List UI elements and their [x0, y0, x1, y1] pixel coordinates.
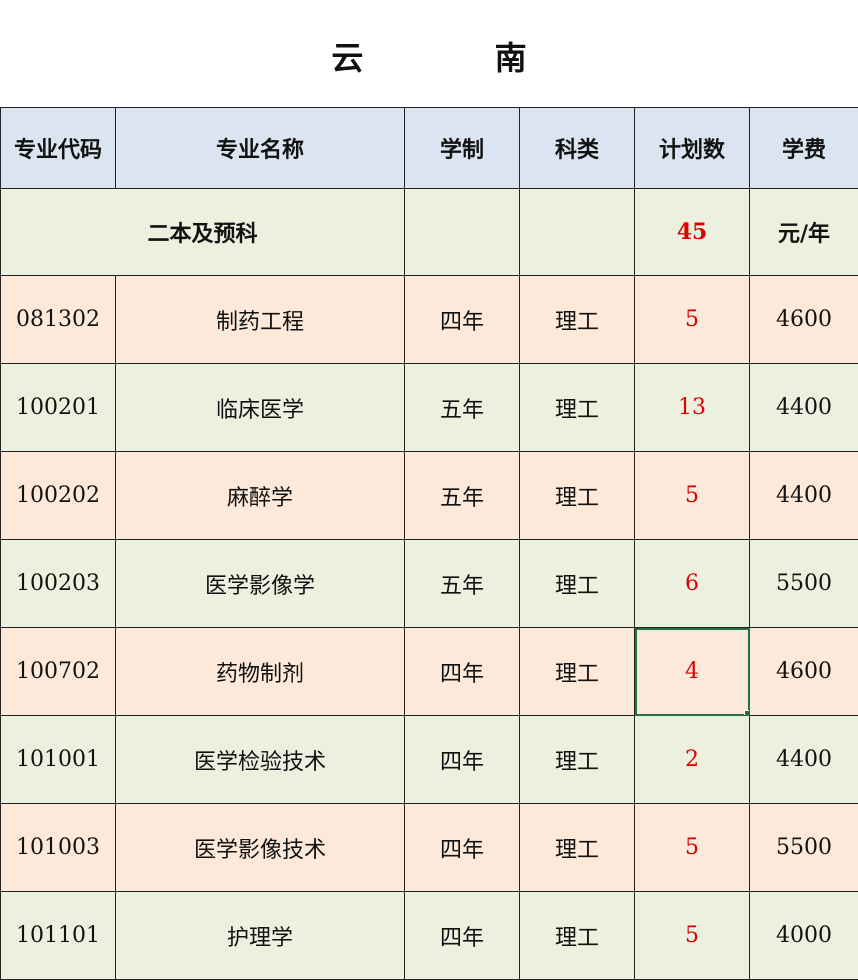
table-row: 100203 医学影像学 五年 理工 6 5500	[0, 539, 858, 628]
major-name-cell[interactable]: 制药工程	[115, 275, 405, 364]
category-cell[interactable]: 理工	[519, 627, 635, 716]
table-row: 101001 医学检验技术 四年 理工 2 4400	[0, 715, 858, 804]
category-cell[interactable]: 理工	[519, 539, 635, 628]
category-cell[interactable]: 理工	[519, 891, 635, 980]
major-name-cell[interactable]: 药物制剂	[115, 627, 405, 716]
fill-handle[interactable]	[744, 710, 749, 715]
enrollment-plan-table: 专业代码 专业名称 学制 科类 计划数 学费 二本及预科 45 元/年 0813…	[0, 107, 858, 980]
category-cell[interactable]: 理工	[519, 275, 635, 364]
table-row: 100201 临床医学 五年 理工 13 4400	[0, 363, 858, 452]
fee-cell[interactable]: 4000	[749, 891, 858, 980]
header-fee[interactable]: 学费	[749, 107, 858, 189]
plan-cell[interactable]: 6	[634, 539, 750, 628]
plan-cell[interactable]: 2	[634, 715, 750, 804]
major-code-cell[interactable]: 101003	[0, 803, 116, 892]
years-cell[interactable]: 五年	[404, 539, 520, 628]
major-name-cell[interactable]: 医学影像学	[115, 539, 405, 628]
years-cell[interactable]: 四年	[404, 627, 520, 716]
years-cell[interactable]: 五年	[404, 363, 520, 452]
years-cell[interactable]: 五年	[404, 451, 520, 540]
table-row: 081302 制药工程 四年 理工 5 4600	[0, 275, 858, 364]
plan-cell[interactable]: 5	[634, 891, 750, 980]
major-code-cell[interactable]: 100201	[0, 363, 116, 452]
group-label[interactable]: 二本及预科	[0, 188, 405, 276]
major-name-cell[interactable]: 医学检验技术	[115, 715, 405, 804]
header-years[interactable]: 学制	[404, 107, 520, 189]
major-code-cell[interactable]: 100203	[0, 539, 116, 628]
category-cell[interactable]: 理工	[519, 715, 635, 804]
major-code-cell[interactable]: 100202	[0, 451, 116, 540]
category-cell[interactable]: 理工	[519, 803, 635, 892]
major-name-cell[interactable]: 医学影像技术	[115, 803, 405, 892]
header-code[interactable]: 专业代码	[0, 107, 116, 189]
group-empty-cell[interactable]	[404, 188, 520, 276]
major-name-cell[interactable]: 临床医学	[115, 363, 405, 452]
group-plan-total[interactable]: 45	[634, 188, 750, 276]
table-row: 101003 医学影像技术 四年 理工 5 5500	[0, 803, 858, 892]
table-row: 101101 护理学 四年 理工 5 4000	[0, 891, 858, 980]
plan-value: 4	[685, 659, 699, 684]
major-name-cell[interactable]: 护理学	[115, 891, 405, 980]
plan-cell[interactable]: 13	[634, 363, 750, 452]
page-title: 云 南	[331, 39, 587, 77]
header-category[interactable]: 科类	[519, 107, 635, 189]
header-name[interactable]: 专业名称	[115, 107, 405, 189]
group-empty-cell[interactable]	[519, 188, 635, 276]
fee-cell[interactable]: 4400	[749, 451, 858, 540]
plan-cell[interactable]: 5	[634, 275, 750, 364]
fee-cell[interactable]: 4600	[749, 627, 858, 716]
years-cell[interactable]: 四年	[404, 803, 520, 892]
category-cell[interactable]: 理工	[519, 363, 635, 452]
fee-cell[interactable]: 5500	[749, 803, 858, 892]
group-row: 二本及预科 45 元/年	[0, 188, 858, 276]
major-code-cell[interactable]: 100702	[0, 627, 116, 716]
table-header-row: 专业代码 专业名称 学制 科类 计划数 学费	[0, 107, 858, 189]
selected-plan-cell[interactable]: 4	[634, 627, 750, 716]
group-fee-unit[interactable]: 元/年	[749, 188, 858, 276]
table-row: 100202 麻醉学 五年 理工 5 4400	[0, 451, 858, 540]
plan-cell[interactable]: 5	[634, 803, 750, 892]
years-cell[interactable]: 四年	[404, 275, 520, 364]
header-plan[interactable]: 计划数	[634, 107, 750, 189]
fee-cell[interactable]: 5500	[749, 539, 858, 628]
major-code-cell[interactable]: 101001	[0, 715, 116, 804]
major-code-cell[interactable]: 101101	[0, 891, 116, 980]
years-cell[interactable]: 四年	[404, 715, 520, 804]
table-row: 100702 药物制剂 四年 理工 4 4600	[0, 627, 858, 716]
major-name-cell[interactable]: 麻醉学	[115, 451, 405, 540]
years-cell[interactable]: 四年	[404, 891, 520, 980]
fee-cell[interactable]: 4400	[749, 363, 858, 452]
fee-cell[interactable]: 4600	[749, 275, 858, 364]
plan-cell[interactable]: 5	[634, 451, 750, 540]
fee-cell[interactable]: 4400	[749, 715, 858, 804]
major-code-cell[interactable]: 081302	[0, 275, 116, 364]
category-cell[interactable]: 理工	[519, 451, 635, 540]
